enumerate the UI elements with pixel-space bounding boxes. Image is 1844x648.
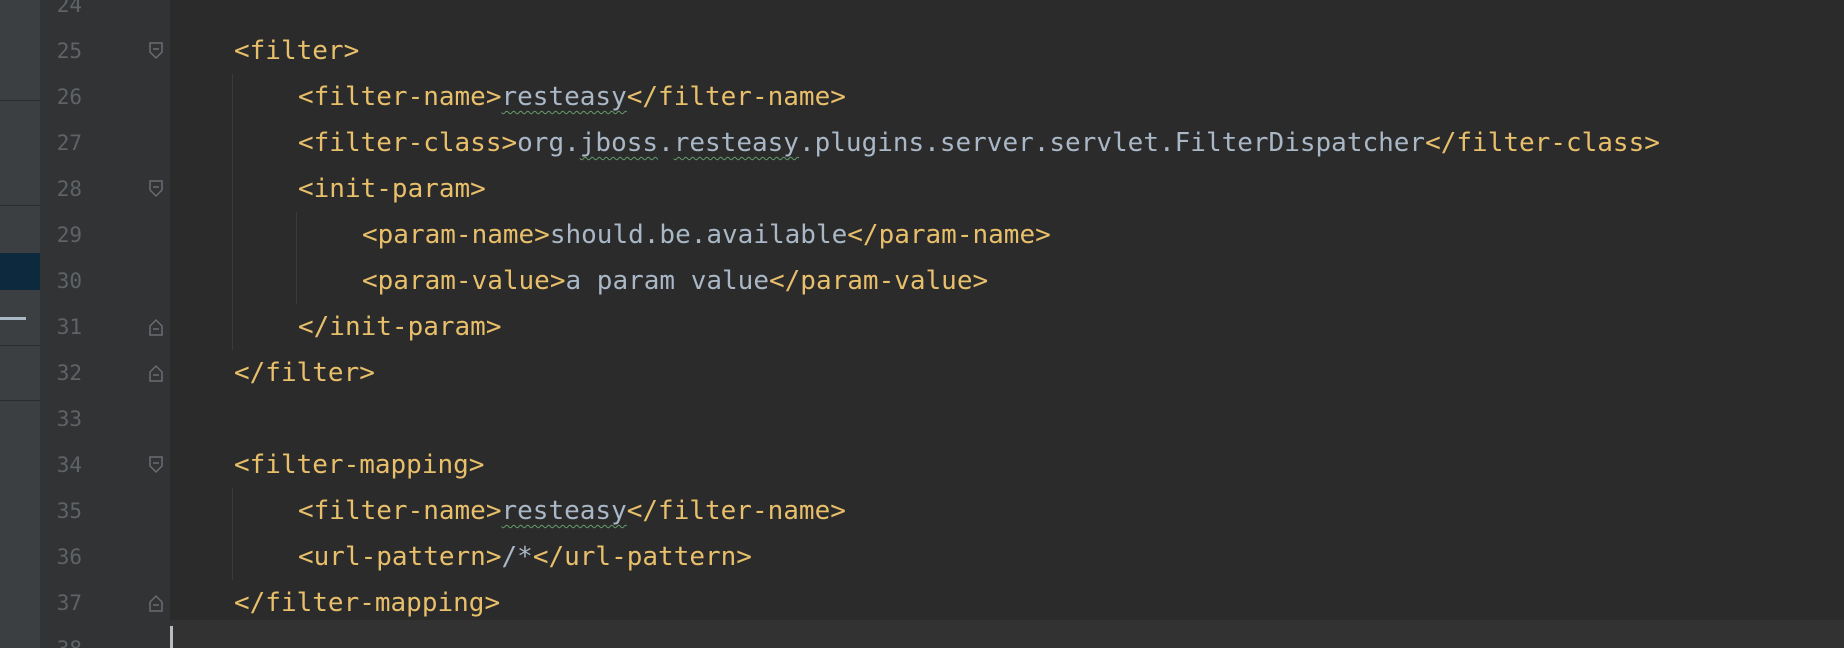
- strip-divider: [0, 205, 40, 206]
- code-line[interactable]: <filter-mapping>: [234, 442, 484, 488]
- line-number: 35: [56, 499, 82, 523]
- collapse-dash-icon[interactable]: [0, 317, 26, 320]
- xml-tag: <filter-class>: [298, 128, 518, 158]
- line-number: 27: [56, 131, 82, 155]
- code-line[interactable]: <param-name>should.be.available</param-n…: [362, 212, 1051, 258]
- fold-open-icon[interactable]: [148, 455, 164, 475]
- strip-selection: [0, 253, 40, 290]
- xml-tag: <filter-name>: [298, 496, 502, 526]
- xml-tag: </init-param>: [298, 312, 502, 342]
- spellcheck-word: resteasy: [501, 82, 627, 112]
- indent-guide: [296, 212, 297, 304]
- xml-tag: </param-name>: [847, 220, 1051, 250]
- line-number: 29: [56, 223, 82, 247]
- fold-close-icon[interactable]: [148, 363, 164, 383]
- line-number: 37: [56, 591, 82, 615]
- xml-tag: <filter-mapping>: [234, 450, 485, 480]
- strip-divider: [0, 400, 40, 401]
- xml-tag: <filter>: [234, 36, 360, 66]
- xml-tag: </url-pattern>: [532, 542, 752, 572]
- code-line[interactable]: </init-param>: [298, 304, 502, 350]
- line-number: 24: [56, 0, 82, 17]
- line-number: 31: [56, 315, 82, 339]
- code-line[interactable]: <filter-class>org.jboss.resteasy.plugins…: [298, 120, 1660, 166]
- text-content: should.be.available: [549, 220, 848, 250]
- xml-tag: </filter-class>: [1425, 128, 1660, 158]
- strip-divider: [0, 100, 40, 101]
- spellcheck-word: resteasy: [501, 496, 627, 526]
- line-number: 32: [56, 361, 82, 385]
- code-line[interactable]: <url-pattern>/*</url-pattern>: [298, 534, 752, 580]
- xml-tag: <url-pattern>: [298, 542, 502, 572]
- spellcheck-word: resteasy: [673, 128, 799, 158]
- line-number: 25: [56, 39, 82, 63]
- code-editor[interactable]: 24 25 26 27 28 29 30 31 32 33 34 35 36 37 38 <filter> <…: [0, 0, 1844, 648]
- text-content: org.: [517, 128, 580, 158]
- xml-tag: <init-param>: [298, 174, 486, 204]
- line-number: 26: [56, 85, 82, 109]
- fold-open-icon[interactable]: [148, 179, 164, 199]
- code-line[interactable]: <param-value>a param value</param-value>: [362, 258, 988, 304]
- line-number-gutter[interactable]: 24 25 26 27 28 29 30 31 32 33 34 35 36 37 38: [40, 0, 170, 648]
- fold-close-icon[interactable]: [148, 317, 164, 337]
- xml-tag: </param-value>: [769, 266, 989, 296]
- line-number: 34: [56, 453, 82, 477]
- text-content: /*: [501, 542, 533, 572]
- text-caret: [170, 626, 173, 648]
- code-line[interactable]: <init-param>: [298, 166, 486, 212]
- xml-tag: </filter>: [234, 358, 375, 388]
- xml-tag: </filter-name>: [626, 496, 846, 526]
- strip-divider: [0, 345, 40, 346]
- xml-tag: </filter-mapping>: [234, 588, 501, 618]
- xml-tag: <filter-name>: [298, 82, 502, 112]
- fold-open-icon[interactable]: [148, 41, 164, 61]
- xml-tag: <param-name>: [362, 220, 550, 250]
- indent-guide: [232, 488, 233, 580]
- xml-tag: <param-value>: [362, 266, 566, 296]
- line-number: 36: [56, 545, 82, 569]
- code-line[interactable]: </filter-mapping>: [234, 580, 500, 626]
- indent-guide: [232, 74, 233, 350]
- text-content: .plugins.server.servlet.FilterDispatcher: [798, 128, 1426, 158]
- code-line[interactable]: <filter>: [234, 28, 359, 74]
- line-number: 33: [56, 407, 82, 431]
- line-number: 38: [40, 626, 82, 648]
- spellcheck-word: jboss: [579, 128, 659, 158]
- line-number: 28: [56, 177, 82, 201]
- line-number: 30: [56, 269, 82, 293]
- code-area[interactable]: <filter> <filter-name>resteasy</filter-na…: [170, 0, 1844, 648]
- xml-tag: </filter-name>: [626, 82, 846, 112]
- text-content: .: [658, 128, 674, 158]
- structure-strip: [0, 0, 41, 648]
- fold-close-icon[interactable]: [148, 593, 164, 613]
- code-line[interactable]: <filter-name>resteasy</filter-name>: [298, 488, 846, 534]
- code-line[interactable]: </filter>: [234, 350, 375, 396]
- code-line[interactable]: <filter-name>resteasy</filter-name>: [298, 74, 846, 120]
- text-content: a param value: [565, 266, 770, 296]
